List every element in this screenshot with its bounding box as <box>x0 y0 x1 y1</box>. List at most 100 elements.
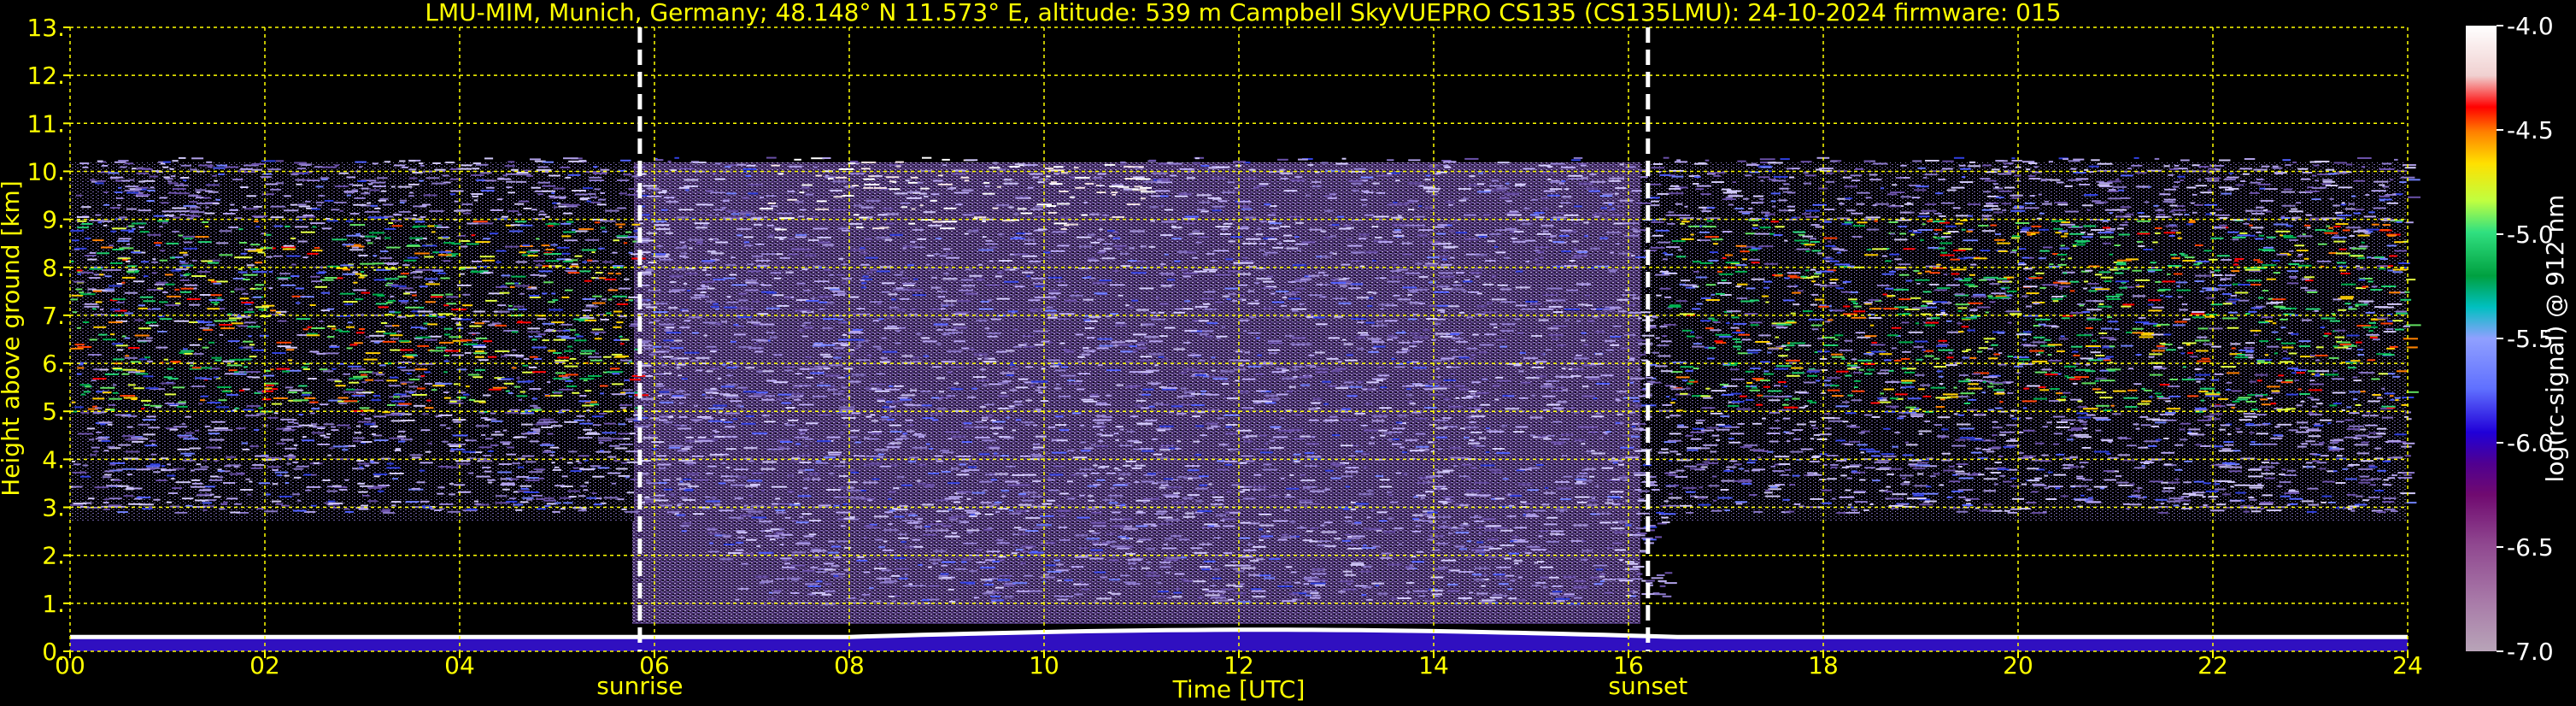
backscatter-cell <box>2406 279 2416 281</box>
backscatter-cell <box>1722 231 1733 232</box>
backscatter-cell <box>954 568 966 571</box>
backscatter-cell <box>1309 228 1323 231</box>
backscatter-cell <box>126 244 131 245</box>
backscatter-cell <box>1641 334 1655 337</box>
backscatter-cell <box>118 238 132 240</box>
backscatter-cell <box>556 246 570 249</box>
backscatter-cell <box>1846 425 1855 427</box>
backscatter-cell <box>620 159 631 162</box>
backscatter-cell <box>645 500 654 503</box>
backscatter-cell <box>1344 533 1352 536</box>
backscatter-cell <box>1696 303 1703 305</box>
backscatter-cell <box>1116 248 1123 250</box>
backscatter-cell <box>1239 537 1251 539</box>
backscatter-cell <box>198 164 214 167</box>
backscatter-cell <box>2253 168 2268 171</box>
backscatter-cell <box>2334 329 2346 332</box>
backscatter-cell <box>2239 232 2248 234</box>
backscatter-cell <box>1933 228 1943 231</box>
backscatter-cell <box>2179 428 2186 431</box>
backscatter-cell <box>2102 227 2110 229</box>
backscatter-cell <box>1735 503 1743 505</box>
backscatter-cell <box>1488 556 1497 558</box>
backscatter-cell <box>891 600 896 603</box>
backscatter-cell <box>388 222 394 224</box>
backscatter-cell <box>1411 600 1417 603</box>
backscatter-cell <box>1650 204 1660 207</box>
backscatter-cell <box>420 462 433 464</box>
backscatter-cell <box>1619 163 1624 166</box>
backscatter-cell <box>816 460 822 462</box>
backscatter-cell <box>1745 174 1752 177</box>
backscatter-cell <box>243 358 252 361</box>
backscatter-cell <box>397 440 405 443</box>
backscatter-cell <box>2180 496 2190 497</box>
backscatter-cell <box>1053 173 1059 175</box>
backscatter-cell <box>1713 499 1717 502</box>
backscatter-cell <box>1298 499 1313 502</box>
backscatter-cell <box>1309 490 1325 492</box>
backscatter-cell <box>1329 415 1338 418</box>
backscatter-cell <box>954 327 967 329</box>
backscatter-cell <box>583 428 593 431</box>
backscatter-cell <box>2195 374 2210 376</box>
backscatter-cell <box>1079 580 1083 583</box>
backscatter-cell <box>2374 447 2382 450</box>
backscatter-cell <box>1057 244 1070 247</box>
backscatter-cell <box>941 303 955 306</box>
backscatter-cell <box>1794 391 1807 393</box>
backscatter-cell <box>998 395 1009 397</box>
backscatter-cell <box>771 205 778 208</box>
backscatter-cell <box>785 271 794 274</box>
backscatter-cell <box>2363 215 2376 218</box>
backscatter-cell <box>761 398 775 401</box>
backscatter-cell <box>454 200 459 203</box>
backscatter-cell <box>110 333 115 336</box>
backscatter-cell <box>339 292 355 295</box>
backscatter-cell <box>2203 203 2218 206</box>
backscatter-cell <box>1464 437 1470 439</box>
backscatter-cell <box>721 321 728 323</box>
backscatter-cell <box>1450 373 1455 375</box>
backscatter-cell <box>922 503 934 506</box>
backscatter-cell <box>2344 208 2356 210</box>
backscatter-cell <box>1618 463 1624 466</box>
backscatter-cell <box>971 491 985 494</box>
backscatter-cell <box>652 345 662 348</box>
backscatter-cell <box>1560 202 1571 204</box>
backscatter-cell <box>2230 343 2241 345</box>
backscatter-cell <box>2272 322 2277 325</box>
backscatter-cell <box>665 319 670 321</box>
backscatter-cell <box>1394 527 1404 530</box>
backscatter-cell <box>2198 391 2209 393</box>
backscatter-cell <box>861 594 871 596</box>
backscatter-cell <box>1929 475 1936 478</box>
backscatter-cell <box>2309 389 2322 391</box>
backscatter-cell <box>1678 249 1682 251</box>
backscatter-cell <box>2401 445 2412 448</box>
backscatter-cell <box>705 500 720 503</box>
backscatter-cell <box>180 350 194 352</box>
backscatter-cell <box>2280 318 2288 321</box>
backscatter-cell <box>2250 181 2262 184</box>
backscatter-cell <box>912 447 928 450</box>
backscatter-cell <box>1543 409 1550 411</box>
backscatter-cell <box>2159 193 2171 196</box>
backscatter-cell <box>1764 491 1773 494</box>
backscatter-cell <box>123 397 138 399</box>
backscatter-cell <box>1129 345 1137 347</box>
backscatter-cell <box>901 394 915 397</box>
backscatter-cell <box>151 261 159 263</box>
backscatter-cell <box>901 484 912 486</box>
backscatter-cell <box>1668 497 1682 499</box>
backscatter-cell <box>243 409 255 411</box>
backscatter-cell <box>148 427 161 429</box>
backscatter-cell <box>1222 295 1230 297</box>
backscatter-cell <box>475 241 490 244</box>
backscatter-cell <box>1331 224 1340 227</box>
backscatter-cell <box>1504 192 1520 195</box>
backscatter-cell <box>1241 242 1257 244</box>
backscatter-cell <box>1371 341 1385 344</box>
backscatter-cell <box>1938 179 1946 181</box>
backscatter-cell <box>1495 338 1507 341</box>
